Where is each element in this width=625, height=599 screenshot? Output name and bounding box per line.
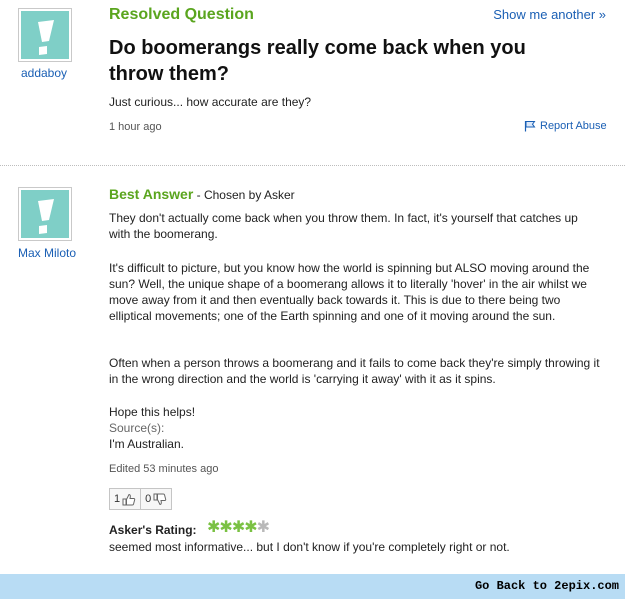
sources-text: I'm Australian. [109,437,184,451]
answer-paragraph: They don't actually come back when you t… [109,211,578,241]
edited-time: Edited 53 minutes ago [109,463,219,475]
go-back-link[interactable]: Go Back to 2epix.com [475,579,619,593]
section-divider [0,165,625,166]
vote-box: 1 0 [109,488,173,510]
best-answer-label: Best Answer [109,186,194,202]
show-another-link[interactable]: Show me another » [493,7,606,22]
star-filled-icon: ✱ [231,519,245,536]
report-abuse-link[interactable]: Report Abuse [540,120,607,132]
thumbs-up-count: 1 [114,493,121,505]
chosen-by-text: - Chosen by Asker [193,188,295,202]
answerer-name[interactable]: Max Miloto [4,246,90,260]
best-answer-header: Best Answer - Chosen by Asker [109,186,295,204]
thumbs-up-button[interactable]: 1 [110,489,140,509]
star-filled-icon: ✱ [219,519,232,536]
asker-avatar[interactable] [18,8,72,62]
rating-comment: seemed most informative... but I don't k… [109,540,510,554]
asker-name[interactable]: addaboy [8,66,80,80]
sources-label: Source(s): [109,421,165,435]
star-filled-icon: ✱ [244,519,257,536]
question-title: Do boomerangs really come back when you … [109,37,526,85]
flag-icon[interactable] [524,120,536,132]
star-filled-icon: ✱ [207,519,220,536]
answer-paragraph: Often when a person throws a boomerang a… [109,356,600,386]
question-time: 1 hour ago [109,121,162,133]
thumbs-down-button[interactable]: 0 [140,489,171,509]
answer-paragraph: Hope this helps! [109,405,196,419]
answer-paragraph: It's difficult to picture, but you know … [109,261,590,323]
answerer-avatar[interactable] [18,187,72,241]
askers-rating-label: Asker's Rating: [109,523,197,537]
question-details: Just curious... how accurate are they? [109,95,312,109]
thumbs-down-icon [153,493,167,505]
thumbs-up-icon [122,493,136,505]
yahoo-exclamation-icon [38,199,54,234]
resolved-question-label: Resolved Question [109,6,254,23]
star-empty-icon: ✱ [256,519,270,536]
star-rating: ✱✱✱✱✱ [207,519,270,536]
footer-bar: Go Back to 2epix.com [0,574,625,599]
thumbs-down-count: 0 [145,493,152,505]
yahoo-exclamation-icon [38,20,54,55]
